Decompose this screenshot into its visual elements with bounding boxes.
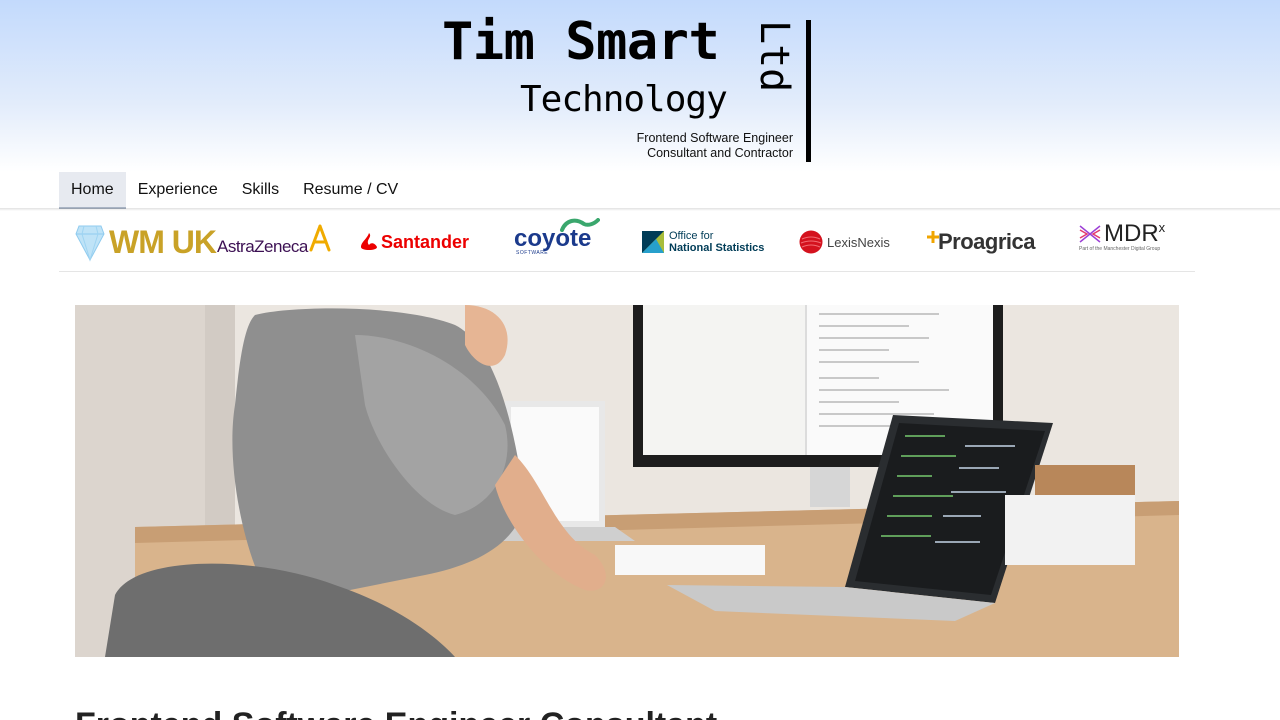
client-logo-lexisnexis: LexisNexis: [799, 222, 890, 262]
brand-title[interactable]: Tim Smart: [442, 12, 720, 72]
client-name-line-1: Office for: [669, 230, 714, 242]
nav-shadow: [0, 208, 1280, 211]
client-name: MDR: [1104, 220, 1159, 247]
site-header: Tim Smart Technology Ltd Frontend Softwa…: [0, 0, 1280, 172]
client-name: Proagrica: [938, 229, 1036, 254]
ons-icon: [642, 231, 664, 253]
tagline: Frontend Software Engineer Consultant an…: [637, 131, 793, 161]
tagline-line-1: Frontend Software Engineer: [636, 131, 793, 145]
brand-suffix: Ltd: [751, 20, 797, 93]
client-name: AstraZeneca: [217, 237, 308, 256]
diamond-icon: [75, 225, 105, 262]
main-nav: Home Experience Skills Resume / CV: [59, 172, 410, 209]
nav-item-home[interactable]: Home: [59, 172, 126, 209]
client-name: LexisNexis: [827, 234, 890, 250]
mdr-wordmark: MDR x: [1079, 220, 1166, 247]
client-name-line-2: National Statistics: [669, 242, 765, 254]
client-logos: WM UK AstraZeneca Santander coyote SOFTW…: [59, 212, 1195, 272]
nav-item-experience[interactable]: Experience: [126, 172, 230, 209]
mdr-lines-icon: [1079, 225, 1101, 243]
client-logo-ons: Office for National Statistics: [642, 222, 764, 262]
ons-text: Office for National Statistics: [669, 230, 764, 254]
client-name: WM UK: [109, 223, 217, 260]
nav-item-resume[interactable]: Resume / CV: [291, 172, 410, 209]
client-logo-astrazeneca: AstraZeneca: [217, 222, 331, 262]
tagline-line-2: Consultant and Contractor: [647, 146, 793, 160]
client-subname: Part of the Manchester Digital Group: [1079, 246, 1161, 252]
page-heading: Frontend Software Engineer Consultant: [75, 706, 717, 720]
astrazeneca-mark-icon: [309, 224, 331, 252]
lexisnexis-ball-icon: [799, 230, 823, 254]
client-logo-proagrica: Proagrica: [927, 222, 1036, 262]
nav-item-skills[interactable]: Skills: [230, 172, 291, 209]
client-logo-santander: Santander: [359, 222, 469, 262]
client-name: coyote: [514, 225, 592, 252]
client-logo-mdr: MDR x Part of the Manchester Digital Gro…: [1079, 220, 1166, 266]
client-logo-wmuk: WM UK: [75, 222, 217, 262]
flame-icon: [361, 233, 377, 250]
client-logo-coyote: coyote SOFTWARE: [514, 218, 600, 266]
hero-photo-illustration: [75, 305, 1179, 657]
client-name: Santander: [381, 231, 470, 252]
brand-subtitle[interactable]: Technology: [520, 78, 728, 122]
client-name-sup: x: [1158, 220, 1166, 235]
hero-image: [75, 305, 1179, 657]
client-subname: SOFTWARE: [516, 250, 549, 256]
brand-divider: [806, 20, 811, 162]
